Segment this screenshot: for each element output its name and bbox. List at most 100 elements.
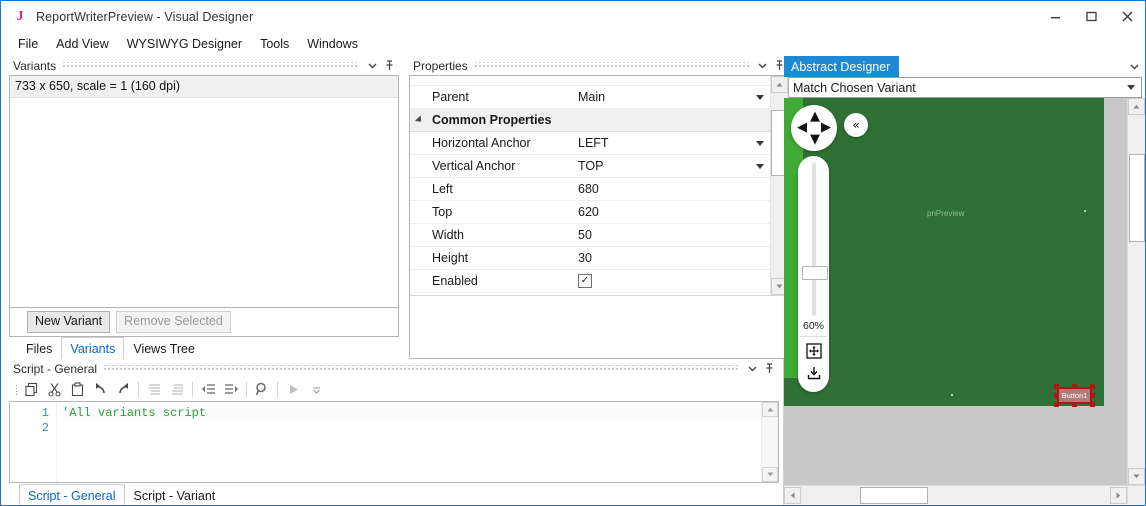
resize-handle-w[interactable] [1054,393,1059,398]
toolbar-overflow-button[interactable] [305,379,327,400]
script-panel-menu-button[interactable] [745,361,760,377]
resize-handle-e[interactable] [1090,393,1095,398]
category-expander[interactable] [410,109,428,131]
indent-button[interactable] [220,379,242,400]
scroll-up-button[interactable] [762,402,778,417]
run-button[interactable] [282,379,304,400]
scroll-thumb[interactable] [1129,154,1145,242]
property-value[interactable]: Main [572,90,770,104]
cut-button[interactable] [43,379,65,400]
scroll-up-button[interactable] [771,76,788,93]
property-value[interactable]: 50 [572,228,770,242]
scroll-thumb[interactable] [860,487,928,504]
script-panel-pin-button[interactable] [762,361,777,377]
designer-horizontal-scrollbar[interactable] [784,485,1127,505]
new-variant-button[interactable]: New Variant [27,311,111,333]
resize-handle-s[interactable] [1072,402,1077,407]
panel-drag-grip[interactable] [103,365,739,372]
tab-script-variant[interactable]: Script - Variant [125,484,225,505]
maximize-button[interactable] [1073,1,1109,32]
find-button[interactable] [251,379,273,400]
variants-panel-pin-button[interactable] [382,58,397,74]
pan-control[interactable]: ▲ ▼ ◀ ▶ [791,105,837,151]
redo-button[interactable] [112,379,134,400]
abstract-designer-menu-button[interactable] [1123,56,1145,77]
scroll-up-button[interactable] [1128,98,1145,115]
enabled-checkbox[interactable]: ✓ [578,274,592,288]
collapse-controls-button[interactable]: « [844,113,868,137]
scroll-right-button[interactable] [1110,487,1127,504]
tab-views-tree[interactable]: Views Tree [124,337,204,359]
property-row-horizontal-anchor[interactable]: Horizontal Anchor LEFT [410,132,770,155]
tab-abstract-designer[interactable]: Abstract Designer [784,56,900,77]
editor-vertical-scrollbar[interactable] [761,402,778,482]
paste-button[interactable] [66,379,88,400]
resize-handle-nw[interactable] [1054,384,1059,389]
pan-down-icon[interactable]: ▼ [810,133,820,146]
pan-up-icon[interactable]: ▲ [810,110,820,123]
panel-drag-grip[interactable] [62,62,359,69]
resize-handle-n[interactable] [1072,384,1077,389]
designer-vertical-scrollbar[interactable] [1127,98,1145,485]
property-row-width[interactable]: Width 50 [410,224,770,247]
save-image-button[interactable] [805,364,823,382]
form-surface[interactable]: pnPreview [784,98,1104,406]
property-value[interactable]: 30 [572,251,770,265]
uncomment-button[interactable] [166,379,188,400]
property-row-left[interactable]: Left 680 [410,178,770,201]
scroll-down-button[interactable] [1128,468,1145,485]
menu-file[interactable]: File [9,34,47,54]
chevron-down-icon[interactable] [756,140,764,146]
variant-match-select[interactable]: Match Chosen Variant [787,77,1142,98]
tab-files[interactable]: Files [17,337,61,359]
property-value[interactable]: TOP [572,159,770,173]
resize-handle-ne[interactable] [1090,384,1095,389]
variant-row[interactable]: 733 x 650, scale = 1 (160 dpi) [10,76,398,98]
tab-variants[interactable]: Variants [61,337,125,359]
menu-add-view[interactable]: Add View [47,34,118,54]
menu-wysiwyg-designer[interactable]: WYSIWYG Designer [118,34,251,54]
property-category-common[interactable]: Common Properties [410,109,770,132]
copy-button[interactable] [20,379,42,400]
tab-script-general[interactable]: Script - General [19,484,125,505]
undo-button[interactable] [89,379,111,400]
property-row-enabled[interactable]: Enabled ✓ [410,270,770,293]
resize-handle-sw[interactable] [1054,402,1059,407]
property-value[interactable]: 620 [572,205,770,219]
chevron-down-icon[interactable] [756,163,764,169]
zoom-slider-thumb[interactable] [801,266,828,280]
variants-panel-menu-button[interactable] [365,58,380,74]
script-editor[interactable]: 1 2 'All variants script [9,401,779,483]
fit-to-screen-button[interactable] [805,342,823,360]
variants-list[interactable]: 733 x 650, scale = 1 (160 dpi) [9,75,399,308]
designer-canvas[interactable]: pnPreview Button1 ▲ ▼ ◀ ▶ « 60% [784,98,1127,485]
minimize-button[interactable] [1037,1,1073,32]
code-area[interactable]: 1 2 'All variants script [10,402,761,482]
zoom-control[interactable]: 60% [798,156,829,392]
property-row-top[interactable]: Top 620 [410,201,770,224]
toolbar-grip[interactable] [12,382,19,398]
remove-selected-button[interactable]: Remove Selected [116,311,231,333]
property-row-parent[interactable]: Parent Main [410,86,770,109]
scroll-down-button[interactable] [762,467,778,482]
menu-tools[interactable]: Tools [251,34,298,54]
pan-left-icon[interactable]: ◀ [797,121,807,134]
panel-drag-grip[interactable] [473,62,749,69]
property-value[interactable]: 680 [572,182,770,196]
property-row-height[interactable]: Height 30 [410,247,770,270]
property-value[interactable]: ✓ [572,274,770,288]
property-value[interactable]: LEFT [572,136,770,150]
outdent-button[interactable] [197,379,219,400]
resize-handle-se[interactable] [1090,402,1095,407]
scroll-left-button[interactable] [784,487,801,504]
chevron-down-icon[interactable] [756,94,764,100]
properties-panel-menu-button[interactable] [755,58,770,74]
chevron-down-icon[interactable] [1127,85,1135,90]
menu-windows[interactable]: Windows [298,34,367,54]
comment-button[interactable] [143,379,165,400]
zoom-slider-track[interactable] [801,162,828,316]
property-row-event-name[interactable]: Event Name Button1 [410,76,770,86]
pan-right-icon[interactable]: ▶ [821,121,831,134]
code-text-column[interactable]: 'All variants script [57,402,761,482]
property-row-vertical-anchor[interactable]: Vertical Anchor TOP [410,155,770,178]
